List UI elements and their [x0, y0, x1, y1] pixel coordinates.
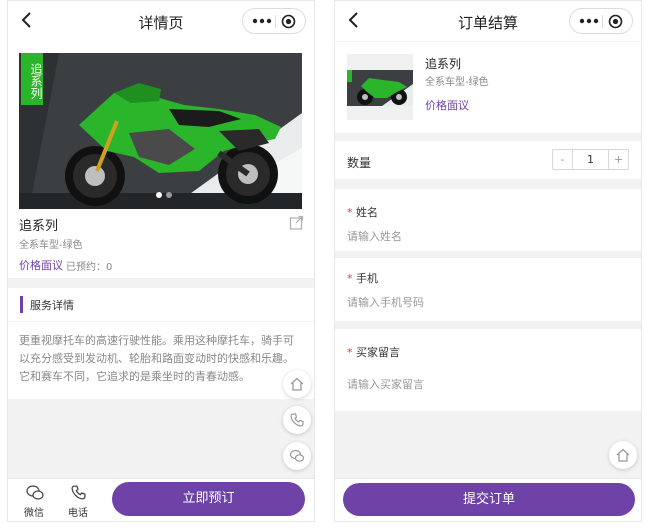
- section-title: 服务详情: [30, 299, 74, 312]
- home-icon: [290, 377, 304, 391]
- quantity-value[interactable]: 1: [573, 150, 608, 169]
- phone-input[interactable]: 请输入手机号码: [347, 294, 627, 310]
- quantity-increase-button[interactable]: +: [608, 150, 628, 169]
- wechat-icon: [26, 485, 44, 500]
- phone-action[interactable]: 电话: [62, 484, 96, 520]
- miniprogram-capsule: [569, 8, 633, 34]
- order-product-name: 追系列: [425, 57, 462, 71]
- wechat-label: 微信: [24, 508, 44, 519]
- product-price: 价格面议: [19, 259, 63, 272]
- reserve-now-button[interactable]: 立即预订: [112, 482, 305, 516]
- phone-field-label: * 手机: [347, 270, 378, 286]
- order-product-price: 价格面议: [425, 99, 469, 112]
- more-icon[interactable]: [578, 14, 600, 28]
- series-tag: 追系列: [21, 53, 43, 105]
- wechat-action[interactable]: 微信: [18, 484, 52, 520]
- share-icon[interactable]: [289, 215, 304, 230]
- checkout-nav-bar: 订单结算: [335, 1, 641, 41]
- phone-icon: [290, 413, 304, 427]
- capsule-divider: [275, 15, 276, 28]
- name-field-label: * 姓名: [347, 204, 378, 220]
- message-input[interactable]: 请输入买家留言: [347, 376, 627, 392]
- name-label-text: 姓名: [356, 206, 378, 219]
- product-thumbnail: [347, 54, 413, 120]
- service-description: 更重视摩托车的高速行驶性能。乘用这种摩托车，骑手可以充分感受到发动机、轮胎和路面…: [19, 334, 294, 383]
- quantity-stepper: - 1 +: [552, 149, 629, 170]
- phone-label-text: 手机: [356, 272, 378, 285]
- checkout-screen: 订单结算 追系列 全系车型-绿色 价格面议 数量 - 1 + * 姓名 请输入姓…: [334, 0, 642, 522]
- phone-icon: [71, 485, 86, 500]
- name-input[interactable]: 请输入姓名: [347, 228, 627, 244]
- product-name: 追系列: [19, 219, 59, 234]
- wechat-icon: [289, 449, 305, 462]
- message-label-text: 买家留言: [356, 346, 400, 359]
- miniprogram-capsule: [242, 8, 306, 34]
- float-wechat-button[interactable]: [283, 442, 311, 470]
- motorcycle-image: [19, 53, 302, 209]
- phone-field-row: [335, 258, 641, 321]
- close-miniprogram-icon[interactable]: [608, 14, 623, 29]
- section-accent-bar: [20, 296, 23, 313]
- capsule-divider: [602, 15, 603, 28]
- quantity-decrease-button[interactable]: -: [553, 150, 573, 169]
- required-mark: *: [347, 272, 353, 285]
- submit-order-button[interactable]: 提交订单: [343, 483, 635, 516]
- phone-label: 电话: [68, 508, 88, 519]
- detail-nav-bar: 详情页: [8, 1, 314, 41]
- close-miniprogram-icon[interactable]: [281, 14, 296, 29]
- detail-screen: 详情页 追系列 追系列 全系车型-绿色 价格面议 已预约：0 服务详情 更重视摩…: [7, 0, 315, 522]
- float-home-button[interactable]: [609, 441, 637, 469]
- reserved-count: 已预约：0: [66, 262, 113, 273]
- float-phone-button[interactable]: [283, 406, 311, 434]
- home-icon: [616, 448, 630, 462]
- message-field-row: [335, 329, 641, 411]
- motorcycle-thumbnail: [347, 70, 413, 106]
- product-image-carousel[interactable]: 追系列: [19, 53, 302, 209]
- more-icon[interactable]: [251, 14, 273, 28]
- product-spec: 全系车型-绿色: [19, 240, 83, 251]
- order-product-spec: 全系车型-绿色: [425, 77, 489, 88]
- required-mark: *: [347, 346, 353, 359]
- message-field-label: * 买家留言: [347, 344, 400, 360]
- float-home-button[interactable]: [283, 370, 311, 398]
- required-mark: *: [347, 206, 353, 219]
- quantity-label: 数量: [347, 156, 372, 170]
